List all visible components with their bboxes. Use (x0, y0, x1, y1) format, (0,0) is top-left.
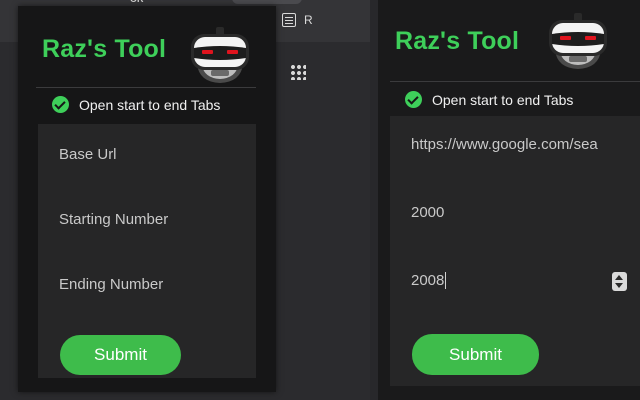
reading-list-icon[interactable] (282, 13, 296, 27)
ending-number-placeholder: Ending Number (59, 275, 164, 293)
starting-number-placeholder: Starting Number (59, 210, 169, 228)
base-url-placeholder: Base Url (59, 145, 117, 163)
base-url-input[interactable]: Base Url (38, 140, 256, 168)
apps-grid-icon[interactable] (290, 64, 306, 80)
popup-header: Raz's Tool (390, 0, 640, 82)
starting-number-input[interactable]: Starting Number (38, 205, 256, 233)
open-tabs-option[interactable]: Open start to end Tabs (405, 91, 573, 108)
base-url-value: https://www.google.com/sea (411, 135, 598, 153)
robot-logo-icon (191, 27, 249, 83)
base-url-input[interactable]: https://www.google.com/sea (390, 130, 640, 158)
extension-popup-filled: Raz's Tool Open start to end Tabs https:… (378, 0, 640, 400)
starting-number-value: 2000 (411, 203, 445, 221)
ending-number-input[interactable]: 2008 (390, 266, 640, 294)
submit-button[interactable]: Submit (412, 334, 539, 375)
open-tabs-label: Open start to end Tabs (432, 91, 574, 108)
app-title: Raz's Tool (42, 35, 167, 63)
checkmark-circle-icon[interactable] (52, 96, 69, 113)
number-stepper-icon[interactable] (612, 272, 627, 291)
popup-header: Raz's Tool (36, 6, 256, 88)
reading-list-label[interactable]: R (304, 13, 313, 27)
app-title: Raz's Tool (395, 27, 520, 55)
extension-popup-empty: Raz's Tool Open start to end Tabs Base U… (18, 6, 276, 392)
tab-hint-pill (232, 0, 302, 4)
open-tabs-label: Open start to end Tabs (79, 96, 221, 113)
starting-number-input[interactable]: 2000 (390, 198, 640, 226)
text-cursor (445, 271, 447, 289)
open-tabs-option[interactable]: Open start to end Tabs (52, 96, 220, 113)
ending-number-value: 2008 (411, 271, 445, 289)
robot-logo-icon (549, 13, 607, 69)
tab-hint-text: OR (130, 0, 144, 4)
url-range-form: Base Url Starting Number Ending Number S… (38, 124, 256, 378)
url-range-form: https://www.google.com/sea 2000 2008 Sub… (390, 116, 640, 386)
submit-button[interactable]: Submit (60, 335, 181, 375)
checkmark-circle-icon[interactable] (405, 91, 422, 108)
ending-number-input[interactable]: Ending Number (38, 270, 256, 298)
